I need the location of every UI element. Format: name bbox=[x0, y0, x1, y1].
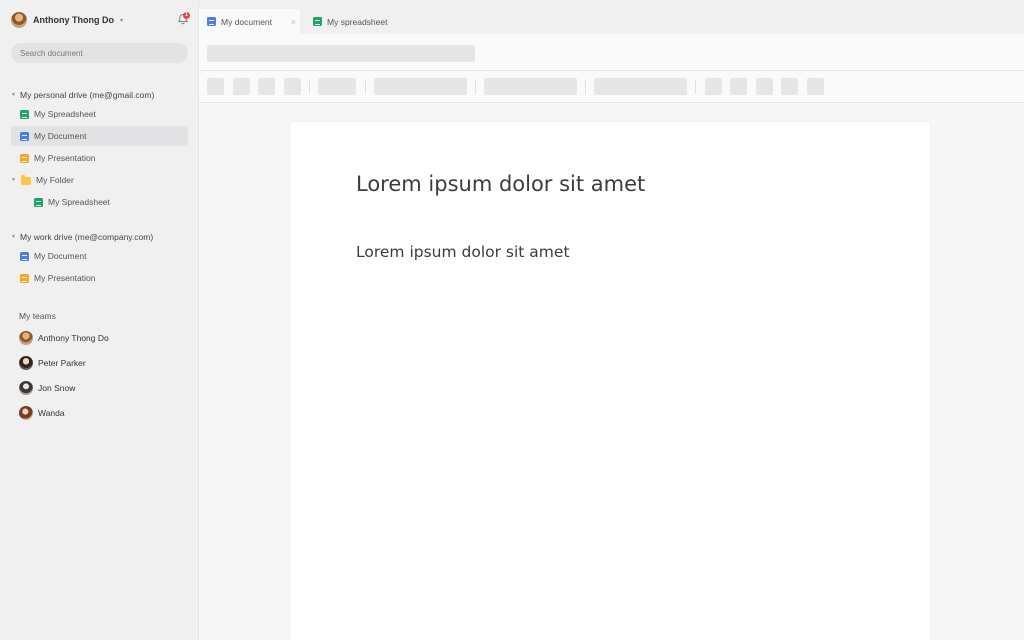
presentation-icon bbox=[20, 153, 29, 163]
toolbar-divider bbox=[695, 80, 696, 94]
sidebar-item-folder[interactable]: ▼ My Folder bbox=[11, 170, 188, 190]
user-avatar bbox=[11, 12, 27, 28]
sidebar: Anthony Thong Do ▾ 1 Search document ▼ M… bbox=[0, 0, 199, 640]
search-placeholder: Search document bbox=[20, 48, 83, 58]
spreadsheet-icon bbox=[20, 109, 29, 119]
user-menu[interactable]: Anthony Thong Do ▾ bbox=[11, 10, 123, 30]
user-name: Anthony Thong Do bbox=[33, 15, 114, 25]
team-member-name: Jon Snow bbox=[38, 383, 76, 393]
toolbar-button[interactable] bbox=[756, 78, 773, 95]
document-page[interactable]: Lorem ipsum dolor sit amet Lorem ipsum d… bbox=[290, 122, 930, 640]
document-icon bbox=[20, 251, 29, 261]
sidebar-item-label: My Presentation bbox=[34, 153, 96, 163]
toolbar-button[interactable] bbox=[207, 78, 224, 95]
toolbar-divider bbox=[585, 80, 586, 94]
tab-label: My document bbox=[221, 16, 273, 27]
drive-work-label: My work drive (me@company.com) bbox=[20, 232, 154, 242]
toolbar-button[interactable] bbox=[781, 78, 798, 95]
toolbar-button[interactable] bbox=[705, 78, 722, 95]
chevron-down-icon: ▾ bbox=[119, 17, 123, 24]
document-heading-1[interactable]: Lorem ipsum dolor sit amet bbox=[356, 172, 645, 196]
sidebar-item-work-presentation[interactable]: My Presentation bbox=[11, 268, 188, 288]
team-member-name: Anthony Thong Do bbox=[38, 333, 109, 343]
toolbar-dropdown[interactable] bbox=[484, 78, 577, 95]
caret-down-icon: ▼ bbox=[11, 234, 16, 240]
toolbar-divider bbox=[309, 80, 310, 94]
sidebar-item-label: My Document bbox=[34, 131, 87, 141]
sidebar-item-label: My Spreadsheet bbox=[34, 109, 96, 119]
tab-bar: My document × My spreadsheet bbox=[199, 0, 1024, 34]
sidebar-item-label: My Folder bbox=[36, 175, 74, 185]
avatar bbox=[19, 406, 33, 420]
sidebar-item-folder-spreadsheet[interactable]: My Spreadsheet bbox=[11, 192, 188, 212]
toolbar-button[interactable] bbox=[284, 78, 301, 95]
teams-title: My teams bbox=[19, 311, 56, 321]
team-member[interactable]: Peter Parker bbox=[19, 355, 86, 371]
team-member-name: Peter Parker bbox=[38, 358, 86, 368]
caret-down-icon: ▼ bbox=[11, 92, 16, 98]
toolbar-dropdown[interactable] bbox=[374, 78, 467, 95]
sidebar-item-label: My Document bbox=[34, 251, 87, 261]
spreadsheet-icon bbox=[313, 17, 322, 26]
sidebar-item-presentation[interactable]: My Presentation bbox=[11, 148, 188, 168]
caret-down-icon: ▼ bbox=[11, 177, 16, 183]
sidebar-item-label: My Presentation bbox=[34, 273, 96, 283]
team-member[interactable]: Wanda bbox=[19, 405, 65, 421]
tab-my-document[interactable]: My document × bbox=[199, 9, 300, 34]
drive-personal-label: My personal drive (me@gmail.com) bbox=[20, 90, 155, 100]
toolbar-dropdown[interactable] bbox=[594, 78, 687, 95]
avatar bbox=[19, 381, 33, 395]
team-member[interactable]: Anthony Thong Do bbox=[19, 330, 109, 346]
toolbar-dropdown[interactable] bbox=[318, 78, 356, 95]
avatar bbox=[19, 331, 33, 345]
formatting-toolbar bbox=[199, 71, 1024, 103]
team-member[interactable]: Jon Snow bbox=[19, 380, 75, 396]
tab-my-spreadsheet[interactable]: My spreadsheet bbox=[305, 9, 415, 34]
toolbar-divider bbox=[475, 80, 476, 94]
sidebar-item-label: My Spreadsheet bbox=[48, 197, 110, 207]
team-member-name: Wanda bbox=[38, 408, 65, 418]
search-input[interactable]: Search document bbox=[11, 43, 188, 63]
toolbar-button[interactable] bbox=[807, 78, 824, 95]
presentation-icon bbox=[20, 273, 29, 283]
toolbar-button[interactable] bbox=[730, 78, 747, 95]
toolbar-divider bbox=[365, 80, 366, 94]
avatar bbox=[19, 356, 33, 370]
notification-badge: 1 bbox=[183, 12, 190, 19]
sidebar-item-document[interactable]: My Document bbox=[11, 126, 188, 146]
title-placeholder[interactable] bbox=[207, 45, 475, 62]
toolbar-button[interactable] bbox=[258, 78, 275, 95]
document-title-bar bbox=[199, 34, 1024, 71]
drive-personal-title[interactable]: ▼ My personal drive (me@gmail.com) bbox=[11, 88, 154, 102]
sidebar-item-work-document[interactable]: My Document bbox=[11, 246, 188, 266]
document-icon bbox=[20, 131, 29, 141]
close-icon[interactable]: × bbox=[291, 17, 296, 27]
toolbar-button[interactable] bbox=[233, 78, 250, 95]
document-heading-2[interactable]: Lorem ipsum dolor sit amet bbox=[356, 243, 570, 261]
drive-work-title[interactable]: ▼ My work drive (me@company.com) bbox=[11, 230, 153, 244]
sidebar-item-spreadsheet[interactable]: My Spreadsheet bbox=[11, 104, 188, 124]
tab-label: My spreadsheet bbox=[327, 16, 388, 27]
document-icon bbox=[207, 17, 216, 26]
spreadsheet-icon bbox=[34, 197, 43, 207]
folder-icon bbox=[21, 174, 31, 185]
